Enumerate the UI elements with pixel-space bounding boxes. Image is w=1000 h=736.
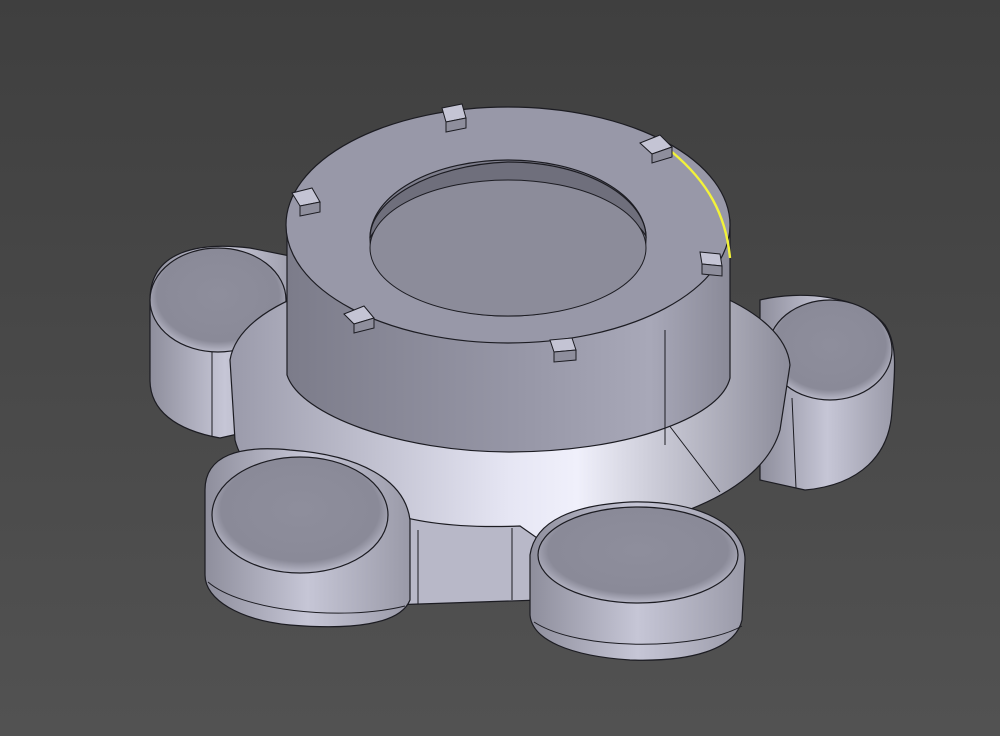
locating-tab bbox=[549, 337, 577, 363]
locating-tab bbox=[441, 103, 467, 133]
3d-viewport[interactable] bbox=[0, 0, 1000, 736]
recess-floor bbox=[369, 179, 647, 317]
lobe-front-left bbox=[204, 448, 411, 628]
locating-tab bbox=[699, 251, 723, 277]
model-canvas[interactable] bbox=[0, 0, 1000, 736]
lobe-front-right bbox=[529, 501, 746, 661]
